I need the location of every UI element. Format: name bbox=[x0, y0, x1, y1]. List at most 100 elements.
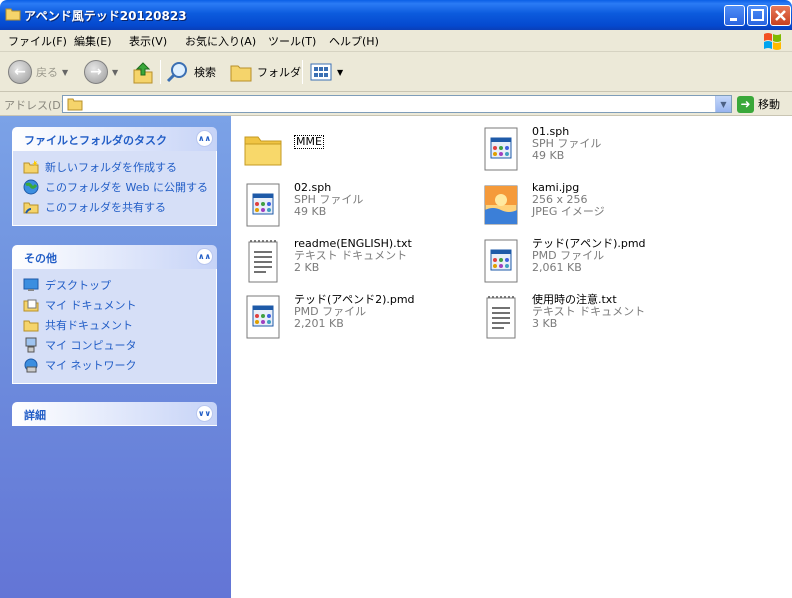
panel-title: 詳細 bbox=[24, 409, 46, 422]
up-folder-icon bbox=[133, 62, 153, 84]
go-button[interactable]: ➜ 移動 bbox=[737, 95, 780, 113]
back-label: 戻る bbox=[36, 66, 58, 79]
file-item[interactable]: readme(ENGLISH).txt テキスト ドキュメント 2 KB bbox=[239, 236, 412, 288]
place-my-computer[interactable]: マイ コンピュータ bbox=[23, 335, 216, 355]
minimize-icon bbox=[730, 18, 737, 21]
place-label: マイ ドキュメント bbox=[45, 299, 137, 312]
desktop-icon bbox=[23, 278, 39, 291]
panel-header[interactable]: その他 ∧∧ bbox=[12, 245, 217, 269]
views-button[interactable]: ▼ bbox=[309, 58, 343, 86]
file-name: MME bbox=[294, 135, 324, 149]
toolbar: ← 戻る ▼ → ▼ 検索 フォルダ ▼ bbox=[0, 52, 792, 92]
folder-icon bbox=[67, 98, 83, 111]
expand-icon[interactable]: ∨∨ bbox=[196, 405, 213, 422]
file-size: 2 KB bbox=[294, 261, 320, 274]
back-button[interactable]: ← 戻る ▼ bbox=[8, 58, 68, 86]
address-dropdown-button[interactable]: ▼ bbox=[715, 96, 731, 112]
file-size: 2,201 KB bbox=[294, 317, 344, 330]
file-size: 3 KB bbox=[532, 317, 558, 330]
task-pane: ファイルとフォルダのタスク ∧∧ 新しいフォルダを作成する このフォルダを We… bbox=[0, 116, 231, 598]
menu-favorites[interactable]: お気に入り(A) bbox=[185, 33, 256, 49]
maximize-button[interactable] bbox=[747, 5, 768, 26]
search-label: 検索 bbox=[194, 66, 216, 79]
file-item[interactable]: MME bbox=[239, 124, 324, 176]
folder-icon bbox=[5, 8, 21, 21]
place-my-network[interactable]: マイ ネットワーク bbox=[23, 355, 216, 375]
generic-file-icon bbox=[484, 239, 518, 283]
up-folder-button[interactable] bbox=[132, 58, 154, 86]
file-item[interactable]: 01.sph SPH ファイル 49 KB bbox=[477, 124, 601, 176]
file-item[interactable]: 使用時の注意.txt テキスト ドキュメント 3 KB bbox=[477, 292, 645, 344]
collapse-icon[interactable]: ∧∧ bbox=[196, 130, 213, 147]
menu-file[interactable]: ファイル(F) bbox=[8, 33, 67, 49]
generic-file-icon bbox=[246, 295, 280, 339]
window-title: アペンド風テッド20120823 bbox=[24, 9, 187, 23]
address-bar: アドレス(D) ▼ ➜ 移動 bbox=[0, 92, 792, 116]
search-icon bbox=[166, 62, 187, 83]
menu-view[interactable]: 表示(V) bbox=[129, 33, 167, 49]
file-folder-tasks-panel: ファイルとフォルダのタスク ∧∧ 新しいフォルダを作成する このフォルダを We… bbox=[12, 127, 217, 226]
text-file-icon bbox=[248, 240, 278, 283]
menu-tools[interactable]: ツール(T) bbox=[268, 33, 316, 49]
task-share-folder[interactable]: このフォルダを共有する bbox=[23, 197, 216, 217]
minimize-button[interactable] bbox=[724, 5, 745, 26]
place-label: 共有ドキュメント bbox=[45, 319, 133, 332]
shared-folder-icon bbox=[23, 320, 39, 332]
text-file-icon bbox=[486, 296, 516, 339]
back-arrow-icon: ← bbox=[8, 60, 32, 84]
file-list[interactable]: MME 01.sph SPH ファイル 49 KB 02.sph SPH ファイ… bbox=[231, 116, 792, 598]
forward-arrow-icon: → bbox=[84, 60, 108, 84]
place-label: デスクトップ bbox=[45, 279, 111, 292]
documents-icon bbox=[23, 299, 39, 312]
menu-edit[interactable]: 編集(E) bbox=[74, 33, 112, 49]
go-arrow-icon: ➜ bbox=[737, 95, 754, 113]
place-label: マイ コンピュータ bbox=[45, 339, 137, 352]
panel-title: その他 bbox=[24, 252, 57, 265]
folders-button[interactable]: フォルダ bbox=[229, 58, 301, 86]
network-icon bbox=[24, 358, 38, 373]
views-icon bbox=[310, 63, 332, 81]
task-new-folder[interactable]: 新しいフォルダを作成する bbox=[23, 157, 216, 177]
panel-header[interactable]: ファイルとフォルダのタスク ∧∧ bbox=[12, 127, 217, 151]
other-places-panel: その他 ∧∧ デスクトップ マイ ドキュメント 共有ドキュメント マイ コンピュ… bbox=[12, 245, 217, 384]
title-bar[interactable]: アペンド風テッド20120823 bbox=[0, 0, 792, 30]
file-item[interactable]: テッド(アペンド2).pmd PMD ファイル 2,201 KB bbox=[239, 292, 415, 344]
file-item[interactable]: テッド(アペンド).pmd PMD ファイル 2,061 KB bbox=[477, 236, 646, 288]
task-label: 新しいフォルダを作成する bbox=[45, 161, 177, 174]
address-label: アドレス(D) bbox=[4, 99, 66, 112]
file-item[interactable]: 02.sph SPH ファイル 49 KB bbox=[239, 180, 363, 232]
close-button[interactable] bbox=[770, 5, 791, 26]
dropdown-arrow-icon[interactable]: ▼ bbox=[337, 68, 343, 77]
panel-title: ファイルとフォルダのタスク bbox=[24, 134, 167, 147]
file-size: 2,061 KB bbox=[532, 261, 582, 274]
folders-icon bbox=[230, 65, 252, 82]
place-my-documents[interactable]: マイ ドキュメント bbox=[23, 295, 216, 315]
file-type: JPEG イメージ bbox=[532, 205, 605, 218]
panel-header[interactable]: 詳細 ∨∨ bbox=[12, 402, 217, 426]
chevron-down-icon: ▼ bbox=[720, 99, 727, 109]
address-input[interactable]: ▼ bbox=[62, 95, 732, 113]
file-item[interactable]: kami.jpg 256 x 256 JPEG イメージ bbox=[477, 180, 605, 232]
menu-bar: ファイル(F) 編集(E) 表示(V) お気に入り(A) ツール(T) ヘルプ(… bbox=[0, 30, 792, 52]
details-panel: 詳細 ∨∨ bbox=[12, 402, 217, 426]
collapse-icon[interactable]: ∧∧ bbox=[196, 248, 213, 265]
globe-icon bbox=[23, 179, 39, 195]
new-folder-icon bbox=[23, 160, 39, 174]
task-label: このフォルダを Web に公開する bbox=[45, 181, 208, 194]
go-label: 移動 bbox=[758, 98, 780, 111]
menu-help[interactable]: ヘルプ(H) bbox=[329, 33, 379, 49]
task-publish-web[interactable]: このフォルダを Web に公開する bbox=[23, 177, 216, 197]
file-size: 49 KB bbox=[294, 205, 327, 218]
dropdown-arrow-icon[interactable]: ▼ bbox=[112, 68, 118, 77]
place-desktop[interactable]: デスクトップ bbox=[23, 275, 216, 295]
folders-label: フォルダ bbox=[257, 66, 301, 79]
share-folder-icon bbox=[23, 202, 39, 214]
place-shared-documents[interactable]: 共有ドキュメント bbox=[23, 315, 216, 335]
close-icon bbox=[775, 10, 786, 21]
computer-icon bbox=[25, 337, 37, 353]
folder-icon bbox=[244, 136, 282, 166]
search-button[interactable]: 検索 bbox=[166, 58, 216, 86]
task-label: このフォルダを共有する bbox=[45, 201, 166, 214]
forward-button[interactable]: → ▼ bbox=[84, 58, 118, 86]
dropdown-arrow-icon[interactable]: ▼ bbox=[62, 68, 68, 77]
